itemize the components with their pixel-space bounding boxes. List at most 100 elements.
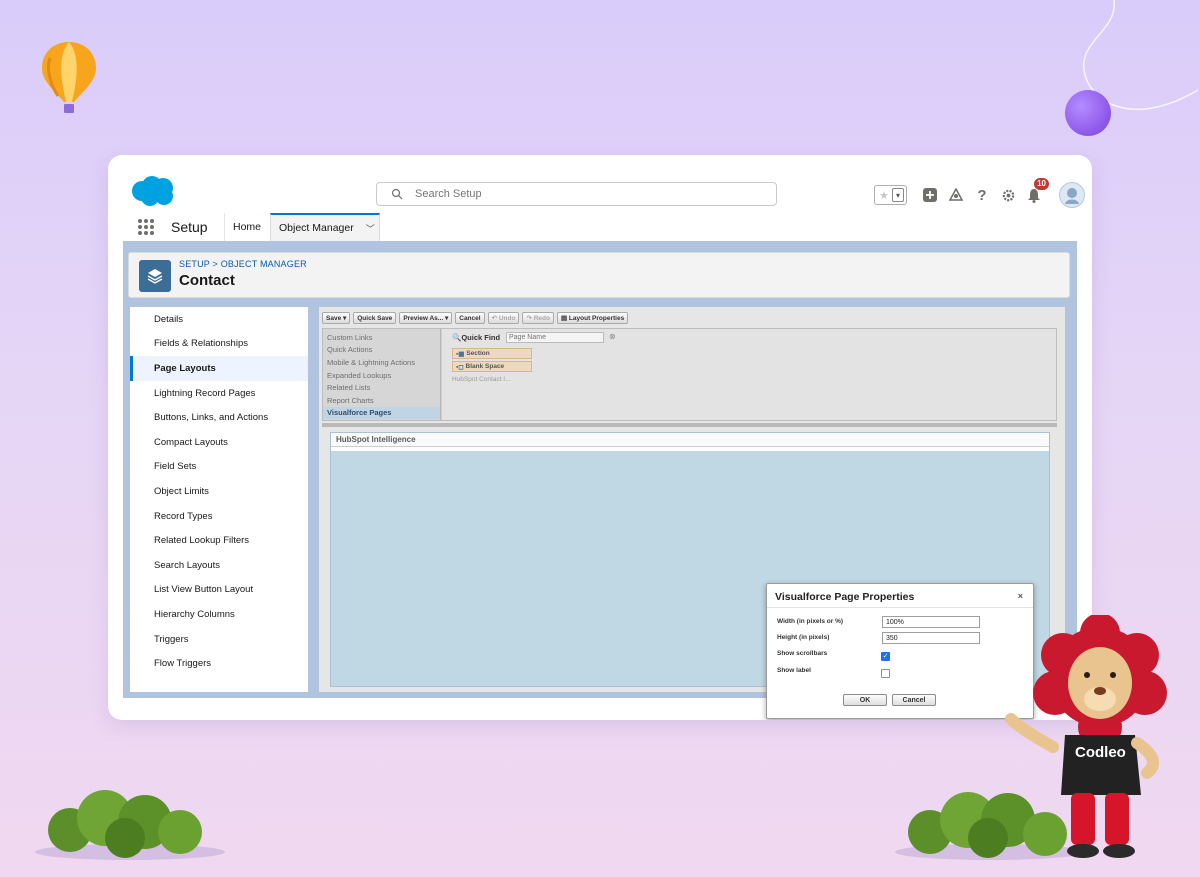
palette-categories: Custom Links Quick Actions Mobile & Ligh… <box>323 329 441 420</box>
sidebar-item-buttons-links-actions[interactable]: Buttons, Links, and Actions <box>130 405 308 430</box>
app-navigation-bar: Setup Home Object Manager ﹀ <box>108 213 1092 241</box>
palette-category-expanded-lookups[interactable]: Expanded Lookups <box>323 369 440 382</box>
palette-category-mobile-lightning-actions[interactable]: Mobile & Lightning Actions <box>323 356 440 369</box>
quick-find-text: Quick Find <box>461 333 501 342</box>
section-header[interactable]: HubSpot Intelligence <box>331 433 1049 447</box>
tab-object-manager[interactable]: Object Manager ﹀ <box>270 213 380 241</box>
cancel-button[interactable]: Cancel <box>455 312 485 324</box>
star-icon: ★ <box>879 189 889 202</box>
sidebar-item-record-types[interactable]: Record Types <box>130 504 308 529</box>
sidebar-item-lightning-record-pages[interactable]: Lightning Record Pages <box>130 381 308 406</box>
tab-object-manager-label: Object Manager <box>279 222 354 234</box>
preview-as-button[interactable]: Preview As... ▾ <box>399 312 453 324</box>
sidebar-item-fields-relationships[interactable]: Fields & Relationships <box>130 332 308 357</box>
add-icon[interactable] <box>919 184 941 206</box>
palette-category-related-lists[interactable]: Related Lists <box>323 381 440 394</box>
bush-illustration <box>35 790 225 860</box>
palette-item-blank-space[interactable]: ▪◻ Blank Space <box>452 361 532 372</box>
palette-category-report-charts[interactable]: Report Charts <box>323 394 440 407</box>
quick-find-input[interactable] <box>506 332 604 343</box>
redo-button[interactable]: ↷ Redo <box>522 312 554 324</box>
help-icon[interactable]: ? <box>971 184 993 206</box>
palette-item-section[interactable]: ▪▦ Section <box>452 348 532 359</box>
show-label-label: Show label <box>777 667 811 674</box>
sidebar-item-related-lookup-filters[interactable]: Related Lookup Filters <box>130 528 308 553</box>
quick-save-button[interactable]: Quick Save <box>353 312 397 324</box>
salesforce-logo <box>132 176 173 206</box>
palette-item-hubspot-contact[interactable]: HubSpot Contact I... <box>452 376 511 383</box>
sidebar-item-field-sets[interactable]: Field Sets <box>130 455 308 480</box>
save-button[interactable]: Save ▾ <box>322 312 351 324</box>
settings-icon[interactable] <box>997 184 1019 206</box>
width-input[interactable] <box>882 616 980 628</box>
setup-workspace: SETUP > OBJECT MANAGER Contact Details F… <box>123 241 1077 719</box>
show-scrollbars-label: Show scrollbars <box>777 650 828 657</box>
app-name: Setup <box>171 219 208 235</box>
redo-icon: ↷ <box>526 315 534 322</box>
notification-count-badge: 10 <box>1034 178 1049 190</box>
chevron-down-icon[interactable]: ﹀ <box>366 222 375 235</box>
breadcrumb[interactable]: SETUP > OBJECT MANAGER <box>179 259 307 269</box>
blank-space-icon: ▪◻ <box>456 363 466 371</box>
search-input[interactable] <box>415 188 735 200</box>
palette-category-custom-links[interactable]: Custom Links <box>323 331 440 344</box>
app-launcher-icon[interactable] <box>138 219 154 235</box>
setup-search-box[interactable] <box>376 182 777 206</box>
show-label-checkbox[interactable] <box>881 669 890 678</box>
object-page-header: SETUP > OBJECT MANAGER Contact <box>128 252 1070 298</box>
palette-item-label: Section <box>466 350 490 357</box>
palette-category-visualforce-pages[interactable]: Visualforce Pages <box>323 406 440 420</box>
page-title: Contact <box>179 272 235 289</box>
sidebar-item-list-view-button-layout[interactable]: List View Button Layout <box>130 578 308 603</box>
clear-icon[interactable]: ⊗ <box>609 332 616 341</box>
header-utility-icons: ★ ▾ ? 10 <box>874 178 1085 208</box>
tab-home[interactable]: Home <box>224 213 269 241</box>
show-scrollbars-checkbox[interactable]: ✓ <box>881 652 890 661</box>
field-palette: Custom Links Quick Actions Mobile & Ligh… <box>322 328 1057 421</box>
sidebar-item-flow-triggers[interactable]: Flow Triggers <box>130 651 308 676</box>
favorites-button[interactable]: ★ ▾ <box>874 185 907 205</box>
lion-mascot-illustration: Codleo <box>1005 615 1167 858</box>
salesforce-setup-window: ★ ▾ ? 10 Setup Home <box>108 155 1092 720</box>
width-label: Width (in pixels or %) <box>777 618 844 625</box>
page-layout-editor: Save ▾ Quick Save Preview As... ▾ Cancel… <box>319 307 1065 719</box>
sidebar-item-triggers[interactable]: Triggers <box>130 627 308 652</box>
layout-properties-button[interactable]: ▤ Layout Properties <box>556 312 629 324</box>
dialog-title: Visualforce Page Properties <box>775 591 915 603</box>
properties-icon: ▤ <box>560 315 569 322</box>
layers-icon <box>139 260 171 292</box>
redo-label: Redo <box>533 314 550 322</box>
sidebar-item-details[interactable]: Details <box>130 307 308 332</box>
decorative-sphere <box>1065 90 1111 136</box>
height-label: Height (in pixels) <box>777 634 830 641</box>
palette-items: 🔍Quick Find ⊗ ▪▦ Section ▪◻ Blank Space … <box>442 329 1056 420</box>
avatar[interactable] <box>1059 182 1085 208</box>
search-icon <box>391 188 403 200</box>
undo-label: Undo <box>498 314 516 322</box>
visualforce-page-properties-dialog: Visualforce Page Properties × Width (in … <box>766 583 1034 719</box>
sidebar-item-page-layouts[interactable]: Page Layouts <box>130 356 308 381</box>
section-icon: ▪▦ <box>456 350 467 358</box>
undo-button[interactable]: ↶ Undo <box>487 312 520 324</box>
palette-resize-handle[interactable] <box>322 423 1057 427</box>
ok-button[interactable]: OK <box>843 694 887 706</box>
dialog-cancel-button[interactable]: Cancel <box>892 694 936 706</box>
bell-icon[interactable]: 10 <box>1023 178 1049 206</box>
sidebar-item-object-limits[interactable]: Object Limits <box>130 479 308 504</box>
global-header: ★ ▾ ? 10 <box>108 155 1092 213</box>
sidebar-item-compact-layouts[interactable]: Compact Layouts <box>130 430 308 455</box>
palette-category-quick-actions[interactable]: Quick Actions <box>323 344 440 357</box>
palette-item-label: Blank Space <box>465 363 505 370</box>
sidebar-item-search-layouts[interactable]: Search Layouts <box>130 553 308 578</box>
quick-find-label: 🔍Quick Find <box>452 333 500 342</box>
height-input[interactable] <box>882 632 980 644</box>
magnifier-icon: 🔍 <box>452 333 462 342</box>
mascot-shirt-text: Codleo <box>1075 744 1126 761</box>
undo-icon: ↶ <box>491 315 499 322</box>
close-icon[interactable]: × <box>1018 591 1023 601</box>
sidebar-item-hierarchy-columns[interactable]: Hierarchy Columns <box>130 602 308 627</box>
object-manager-sidebar: Details Fields & Relationships Page Layo… <box>130 307 308 692</box>
trailhead-icon[interactable] <box>945 184 967 206</box>
chevron-down-icon[interactable]: ▾ <box>892 188 904 202</box>
hot-air-balloon-illustration <box>42 42 96 113</box>
